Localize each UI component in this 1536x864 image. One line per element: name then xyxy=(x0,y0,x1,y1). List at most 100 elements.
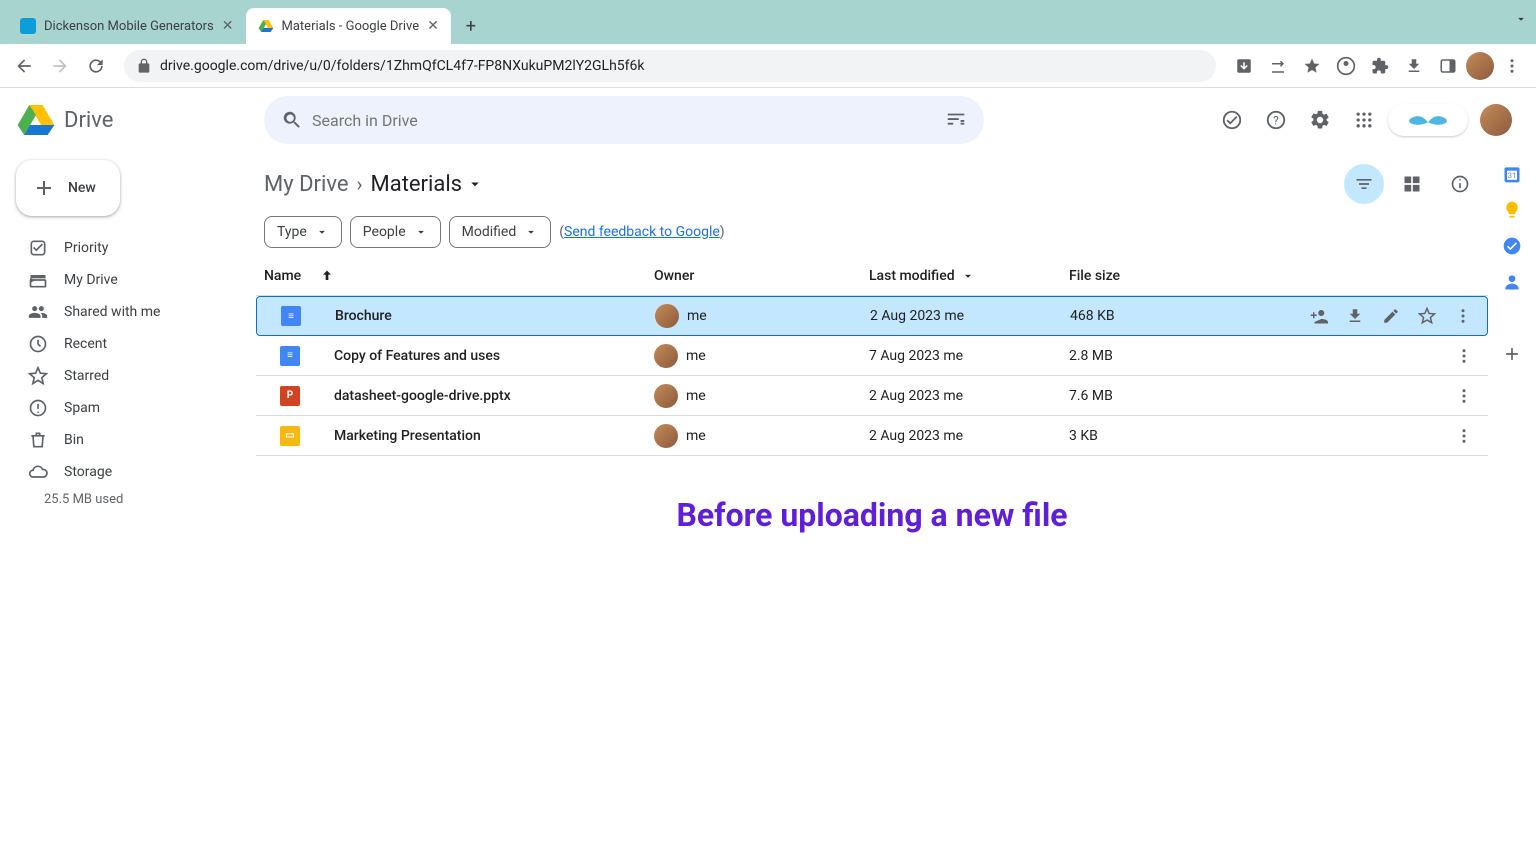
sidebar-item-label: Spam xyxy=(64,400,100,416)
drive-logo[interactable]: Drive xyxy=(16,100,256,140)
owner-cell: me xyxy=(655,304,870,328)
install-icon[interactable] xyxy=(1228,50,1260,82)
owner-avatar xyxy=(654,384,678,408)
keep-icon[interactable] xyxy=(1502,200,1522,220)
bookmark-icon[interactable] xyxy=(1296,50,1328,82)
owner-avatar xyxy=(654,424,678,448)
edit-icon[interactable] xyxy=(1375,300,1407,332)
row-actions xyxy=(1303,300,1479,332)
more-icon[interactable] xyxy=(1447,300,1479,332)
file-name: datasheet-google-drive.pptx xyxy=(334,388,511,404)
size-cell: 7.6 MB xyxy=(1069,388,1169,404)
table-row[interactable]: P datasheet-google-drive.pptx me 2 Aug 2… xyxy=(256,376,1488,416)
new-button[interactable]: New xyxy=(16,160,120,216)
row-actions xyxy=(1448,380,1480,412)
owner-avatar xyxy=(655,304,679,328)
tabs-dropdown-icon[interactable] xyxy=(1514,12,1528,26)
addons-plus-icon[interactable] xyxy=(1502,344,1522,364)
lock-icon xyxy=(136,58,152,74)
table-row[interactable]: ▭ Marketing Presentation me 2 Aug 2023 m… xyxy=(256,416,1488,456)
search-options-icon[interactable] xyxy=(936,100,976,140)
table-row[interactable]: ≡ Brochure me 2 Aug 2023 me 468 KB xyxy=(256,296,1488,336)
share-icon[interactable] xyxy=(1303,300,1335,332)
grid-view-icon[interactable] xyxy=(1392,164,1432,204)
new-button-label: New xyxy=(68,180,96,196)
back-button[interactable] xyxy=(8,50,40,82)
sort-asc-icon xyxy=(319,268,335,284)
col-header-name[interactable]: Name xyxy=(264,268,654,284)
col-header-owner[interactable]: Owner xyxy=(654,268,869,284)
expand-icon[interactable]: ▸ xyxy=(30,275,35,286)
table-row[interactable]: ≡ Copy of Features and uses me 7 Aug 202… xyxy=(256,336,1488,376)
close-icon[interactable]: ✕ xyxy=(222,18,234,34)
profile-badge-icon[interactable] xyxy=(1330,50,1362,82)
search-icon[interactable] xyxy=(272,100,312,140)
more-icon[interactable] xyxy=(1448,420,1480,452)
plus-icon xyxy=(32,176,56,200)
reload-button[interactable] xyxy=(80,50,112,82)
drive-header: Drive ? xyxy=(0,88,1536,152)
chevron-right-icon: › xyxy=(357,172,363,196)
filter-list-icon[interactable] xyxy=(1344,164,1384,204)
sidebar-item-recent[interactable]: Recent xyxy=(16,328,240,360)
col-header-modified[interactable]: Last modified xyxy=(869,268,1069,284)
browser-tab-2[interactable]: Materials - Google Drive ✕ xyxy=(246,8,451,44)
cloud-sync-badge[interactable] xyxy=(1388,104,1468,136)
filter-chip-people[interactable]: People xyxy=(350,216,441,248)
tasks-icon[interactable] xyxy=(1502,236,1522,256)
table-header: Name Owner Last modified File size xyxy=(256,256,1488,296)
dropdown-icon xyxy=(466,175,484,193)
sidebar-item-priority[interactable]: Priority xyxy=(16,232,240,264)
more-icon[interactable] xyxy=(1448,380,1480,412)
breadcrumb-root[interactable]: My Drive xyxy=(264,172,349,197)
search-input[interactable] xyxy=(312,111,936,130)
download-icon[interactable] xyxy=(1339,300,1371,332)
contacts-icon[interactable] xyxy=(1502,272,1522,292)
sidebar-item-spam[interactable]: Spam xyxy=(16,392,240,424)
drive-icon xyxy=(258,18,274,34)
recent-icon xyxy=(28,334,48,354)
size-cell: 2.8 MB xyxy=(1069,348,1169,364)
account-avatar[interactable] xyxy=(1480,104,1512,136)
row-actions xyxy=(1448,420,1480,452)
browser-tab-1[interactable]: Dickenson Mobile Generators ✕ xyxy=(8,8,246,44)
star-icon[interactable] xyxy=(1411,300,1443,332)
extensions-icon[interactable] xyxy=(1364,50,1396,82)
search-bar[interactable] xyxy=(264,96,984,144)
sidebar-item-starred[interactable]: Starred xyxy=(16,360,240,392)
cloud-icon xyxy=(28,462,48,482)
cloud-icon xyxy=(1405,112,1451,128)
filter-chip-modified[interactable]: Modified xyxy=(449,216,552,248)
header-icons: ? xyxy=(1212,100,1520,140)
sidebar-item-shared[interactable]: Shared with me xyxy=(16,296,240,328)
apps-icon[interactable] xyxy=(1344,100,1384,140)
table-body: ≡ Brochure me 2 Aug 2023 me 468 KB ≡ Cop… xyxy=(256,296,1488,456)
doc-file-icon: ≡ xyxy=(281,306,301,326)
more-icon[interactable] xyxy=(1448,340,1480,372)
sidebar: New Priority ▸ My Drive Shared with me R… xyxy=(0,152,256,864)
close-icon[interactable]: ✕ xyxy=(427,18,439,34)
slides-file-icon: ▭ xyxy=(280,426,300,446)
share-icon[interactable] xyxy=(1262,50,1294,82)
modified-cell: 2 Aug 2023 me xyxy=(869,388,1069,404)
url-bar[interactable]: drive.google.com/drive/u/0/folders/1ZhmQ… xyxy=(124,50,1216,82)
support-icon[interactable]: ? xyxy=(1256,100,1296,140)
settings-icon[interactable] xyxy=(1300,100,1340,140)
ready-offline-icon[interactable] xyxy=(1212,100,1252,140)
feedback-anchor[interactable]: Send feedback to Google xyxy=(564,224,720,240)
sidepanel-icon[interactable] xyxy=(1432,50,1464,82)
sidebar-item-bin[interactable]: Bin xyxy=(16,424,240,456)
filter-chip-type[interactable]: Type xyxy=(264,216,342,248)
info-icon[interactable] xyxy=(1440,164,1480,204)
col-header-size[interactable]: File size xyxy=(1069,268,1169,284)
sidebar-item-label: Recent xyxy=(64,336,107,352)
forward-button[interactable] xyxy=(44,50,76,82)
downloads-icon[interactable] xyxy=(1398,50,1430,82)
chrome-menu-icon[interactable] xyxy=(1496,50,1528,82)
sidebar-item-storage[interactable]: Storage xyxy=(16,456,240,488)
calendar-icon[interactable]: 31 xyxy=(1502,164,1522,184)
browser-profile-avatar[interactable] xyxy=(1466,52,1494,80)
sidebar-item-mydrive[interactable]: ▸ My Drive xyxy=(16,264,240,296)
breadcrumb-current[interactable]: Materials xyxy=(371,172,485,197)
new-tab-button[interactable]: + xyxy=(457,12,485,40)
